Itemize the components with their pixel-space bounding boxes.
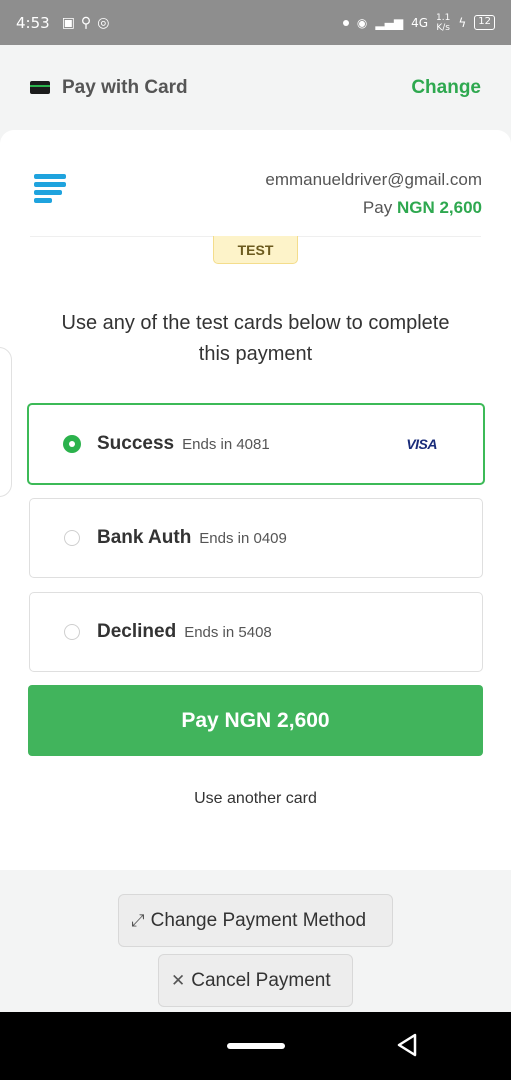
signal-app-icon: ◎ bbox=[97, 14, 110, 31]
change-payment-method-label: Change Payment Method bbox=[150, 909, 367, 931]
use-another-card-link[interactable]: Use another card bbox=[0, 790, 511, 808]
side-handle bbox=[0, 347, 12, 497]
hotspot-icon: ◉ bbox=[356, 15, 368, 30]
clock: 4:53 bbox=[16, 13, 50, 32]
image-icon: ▣ bbox=[61, 14, 75, 31]
card-ends: Ends in 0409 bbox=[199, 529, 287, 547]
radio-icon[interactable] bbox=[64, 530, 80, 546]
merchant-info: emmanueldriver@gmail.com Pay NGN 2,600 bbox=[265, 170, 482, 218]
header-title: Pay with Card bbox=[62, 76, 188, 98]
card-name: Declined bbox=[97, 621, 177, 642]
swap-arrows-icon: ⤢ bbox=[131, 910, 145, 930]
customer-email: emmanueldriver@gmail.com bbox=[265, 170, 482, 189]
card-name: Success bbox=[97, 433, 175, 454]
notification-icons: ▣ ⚲ ◎ bbox=[62, 16, 110, 30]
battery-icon: 12 bbox=[474, 15, 495, 30]
network-type: 4G bbox=[411, 15, 429, 30]
cancel-payment-button[interactable]: ✕ Cancel Payment bbox=[158, 954, 353, 1007]
pay-button[interactable]: Pay NGN 2,600 bbox=[28, 685, 483, 756]
card-name: Bank Auth bbox=[97, 527, 192, 548]
instruction-text: Use any of the test cards below to compl… bbox=[61, 312, 450, 365]
card-option-success[interactable]: Success Ends in 4081 VISA bbox=[27, 403, 485, 485]
credit-card-icon bbox=[30, 81, 50, 94]
charging-icon: ϟ bbox=[458, 15, 467, 30]
pay-amount: NGN 2,600 bbox=[396, 198, 482, 217]
status-bar: 4:53 ▣ ⚲ ◎ ◉ ▂▄▆ 4G 1.1 K/s ϟ 12 bbox=[0, 0, 511, 45]
visa-icon: VISA bbox=[406, 436, 437, 452]
radio-icon[interactable] bbox=[64, 624, 80, 640]
change-payment-method-button[interactable]: ⤢ Change Payment Method bbox=[118, 894, 393, 947]
card-ends: Ends in 4081 bbox=[182, 435, 270, 453]
change-button[interactable]: Change bbox=[411, 77, 481, 99]
card-option-declined[interactable]: Declined Ends in 5408 bbox=[29, 592, 483, 672]
network-speed: 1.1 K/s bbox=[436, 12, 451, 33]
home-pill-button[interactable] bbox=[227, 1043, 285, 1049]
payment-header: Pay with Card Change bbox=[0, 45, 511, 130]
radio-selected-icon[interactable] bbox=[63, 435, 81, 453]
signal-icon: ▂▄▆ bbox=[375, 15, 404, 30]
navigation-bar bbox=[0, 1012, 511, 1080]
dot-icon bbox=[342, 19, 349, 26]
system-icons: ◉ ▂▄▆ 4G 1.1 K/s ϟ 12 bbox=[342, 12, 495, 33]
close-icon: ✕ bbox=[171, 970, 186, 990]
card-ends: Ends in 5408 bbox=[184, 623, 272, 641]
cancel-payment-label: Cancel Payment bbox=[191, 969, 331, 991]
card-option-bank-auth[interactable]: Bank Auth Ends in 0409 bbox=[29, 498, 483, 578]
test-badge: TEST bbox=[213, 236, 298, 264]
back-icon[interactable] bbox=[395, 1032, 419, 1058]
pay-amount-line: Pay NGN 2,600 bbox=[362, 198, 482, 217]
merchant-logo-icon bbox=[34, 174, 66, 206]
bike-icon: ⚲ bbox=[80, 14, 92, 31]
